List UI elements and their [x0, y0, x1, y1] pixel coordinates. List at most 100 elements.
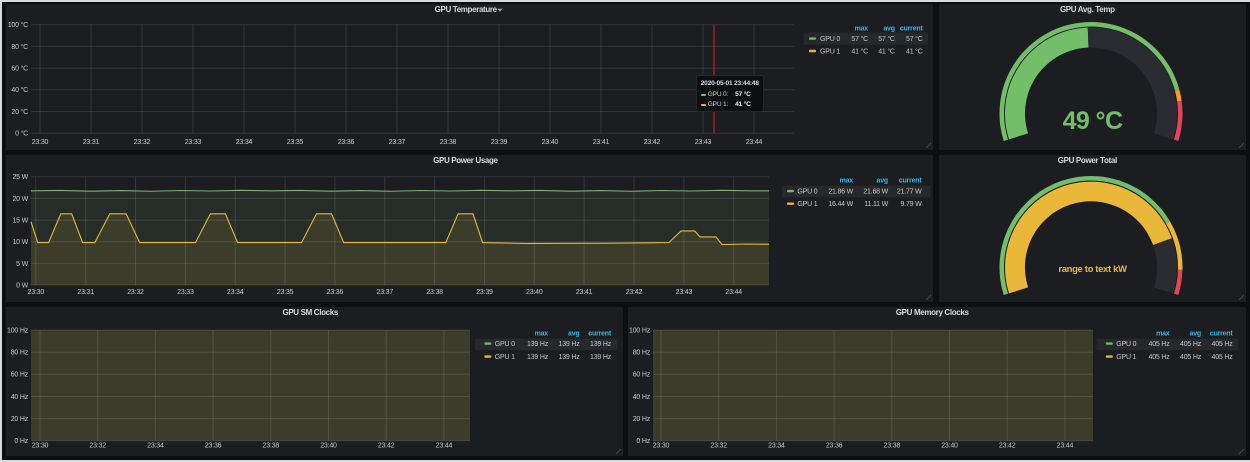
svg-text:20 Hz: 20 Hz	[11, 416, 29, 423]
svg-text:23:44: 23:44	[436, 442, 453, 449]
svg-text:11.11 W: 11.11 W	[864, 201, 888, 208]
svg-text:23:37: 23:37	[377, 289, 394, 296]
svg-text:100 °C: 100 °C	[8, 21, 28, 29]
svg-text:60 Hz: 60 Hz	[633, 372, 651, 379]
svg-text:23:40: 23:40	[941, 442, 958, 449]
svg-text:23:43: 23:43	[676, 289, 693, 296]
svg-text:23:40: 23:40	[542, 139, 559, 146]
svg-text:23:44: 23:44	[725, 289, 742, 296]
svg-text:GPU 1: GPU 1	[495, 354, 515, 361]
svg-text:GPU 1: GPU 1	[797, 201, 817, 208]
svg-text:23:41: 23:41	[593, 139, 610, 146]
svg-text:23:38: 23:38	[884, 442, 901, 449]
svg-text:max: max	[840, 177, 854, 184]
svg-text:23:30: 23:30	[28, 289, 45, 296]
svg-text:23:38: 23:38	[263, 442, 280, 449]
svg-text:21.68 W: 21.68 W	[863, 189, 888, 196]
svg-text:15 W: 15 W	[12, 218, 28, 225]
svg-text:current: current	[588, 330, 612, 337]
svg-text:23:36: 23:36	[205, 442, 222, 449]
svg-text:23:37: 23:37	[389, 139, 406, 146]
svg-text:23:39: 23:39	[491, 139, 508, 146]
svg-text:GPU 0: GPU 0	[797, 189, 817, 196]
svg-text:23:44: 23:44	[1057, 442, 1074, 449]
svg-text:23:36: 23:36	[826, 442, 843, 449]
svg-text:23:35: 23:35	[287, 139, 304, 146]
svg-text:23:40: 23:40	[320, 442, 337, 449]
svg-text:GPU 1: GPU 1	[820, 48, 840, 55]
svg-text:405 Hz: 405 Hz	[1149, 354, 1171, 361]
svg-text:23:32: 23:32	[134, 139, 151, 146]
svg-text:80 Hz: 80 Hz	[633, 350, 651, 357]
svg-text:GPU Avg. Temp: GPU Avg. Temp	[1060, 5, 1115, 14]
svg-text:23:33: 23:33	[177, 289, 194, 296]
svg-text:23:36: 23:36	[338, 139, 355, 146]
svg-text:21.86 W: 21.86 W	[828, 189, 853, 196]
svg-text:57 °C: 57 °C	[851, 35, 868, 43]
svg-text:100 Hz: 100 Hz	[629, 327, 651, 334]
svg-text:41 °C: 41 °C	[878, 47, 895, 55]
svg-text:23:38: 23:38	[426, 289, 443, 296]
svg-text:40 °C: 40 °C	[11, 86, 28, 94]
svg-text:20 W: 20 W	[12, 196, 28, 203]
svg-text:10 W: 10 W	[12, 239, 28, 246]
svg-text:23:42: 23:42	[644, 139, 661, 146]
svg-text:0 Hz: 0 Hz	[14, 438, 28, 445]
svg-text:23:34: 23:34	[236, 139, 253, 146]
svg-text:GPU Power Usage: GPU Power Usage	[433, 156, 498, 165]
svg-text:23:32: 23:32	[710, 442, 727, 449]
svg-text:41 °C: 41 °C	[906, 47, 923, 55]
svg-text:avg: avg	[883, 26, 894, 33]
svg-text:139 Hz: 139 Hz	[527, 341, 549, 348]
svg-text:23:42: 23:42	[999, 442, 1016, 449]
svg-text:60 °C: 60 °C	[11, 65, 28, 73]
svg-text:23:42: 23:42	[626, 289, 643, 296]
svg-text:57 °C: 57 °C	[906, 35, 923, 43]
svg-text:60 Hz: 60 Hz	[11, 372, 29, 379]
svg-text:23:30: 23:30	[653, 442, 670, 449]
svg-text:23:42: 23:42	[378, 442, 395, 449]
svg-text:0 °C: 0 °C	[15, 130, 28, 138]
svg-text:GPU 0: GPU 0	[820, 36, 840, 43]
svg-text:23:40: 23:40	[526, 289, 543, 296]
svg-text:current: current	[900, 26, 924, 33]
svg-text:9.79 W: 9.79 W	[901, 201, 923, 208]
svg-text:20 Hz: 20 Hz	[633, 416, 651, 423]
svg-text:GPU Memory Clocks: GPU Memory Clocks	[896, 308, 970, 317]
svg-text:405 Hz: 405 Hz	[1180, 341, 1202, 348]
svg-text:405 Hz: 405 Hz	[1180, 354, 1202, 361]
svg-text:405 Hz: 405 Hz	[1149, 341, 1171, 348]
svg-text:23:33: 23:33	[185, 139, 202, 146]
svg-text:23:39: 23:39	[476, 289, 493, 296]
svg-text:GPU 0: GPU 0	[495, 341, 515, 348]
svg-text:max: max	[855, 26, 869, 33]
svg-text:41 °C: 41 °C	[851, 47, 868, 55]
svg-text:23:34: 23:34	[768, 442, 785, 449]
svg-text:405 Hz: 405 Hz	[1212, 354, 1234, 361]
svg-text:80 °C: 80 °C	[11, 43, 28, 51]
svg-text:GPU Power Total: GPU Power Total	[1058, 156, 1117, 165]
svg-text:0 Hz: 0 Hz	[636, 438, 650, 445]
svg-text:avg: avg	[568, 330, 579, 337]
svg-text:20 °C: 20 °C	[11, 108, 28, 116]
svg-text:23:30: 23:30	[32, 139, 49, 146]
svg-text:23:34: 23:34	[147, 442, 164, 449]
svg-text:405 Hz: 405 Hz	[1212, 341, 1234, 348]
svg-text:23:31: 23:31	[77, 289, 94, 296]
svg-text:16.44 W: 16.44 W	[828, 201, 853, 208]
svg-text:5 W: 5 W	[16, 261, 28, 268]
svg-text:avg: avg	[877, 177, 888, 184]
svg-text:23:34: 23:34	[227, 289, 244, 296]
svg-text:GPU 1: GPU 1	[1116, 354, 1136, 361]
svg-text:40 Hz: 40 Hz	[633, 394, 651, 401]
svg-text:23:36: 23:36	[327, 289, 344, 296]
svg-text:23:35: 23:35	[277, 289, 294, 296]
svg-text:23:31: 23:31	[83, 139, 100, 146]
svg-text:40 Hz: 40 Hz	[11, 394, 29, 401]
svg-text:23:30: 23:30	[32, 442, 49, 449]
svg-text:avg: avg	[1190, 330, 1201, 337]
svg-text:23:44: 23:44	[746, 139, 763, 146]
svg-text:21.77 W: 21.77 W	[897, 189, 922, 196]
svg-text:23:38: 23:38	[440, 139, 457, 146]
svg-text:23:41: 23:41	[576, 289, 593, 296]
